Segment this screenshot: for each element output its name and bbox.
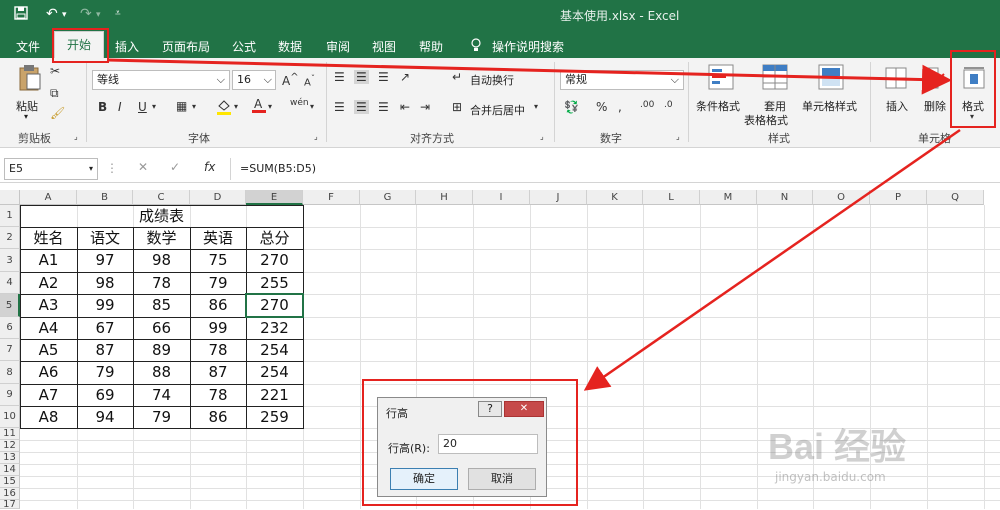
watermark-url: jingyan.baidu.com — [775, 470, 886, 484]
arrow-to-format — [107, 58, 952, 95]
arrow-to-dialog — [583, 128, 961, 391]
baidu-watermark: Bai 经验 — [768, 426, 907, 467]
